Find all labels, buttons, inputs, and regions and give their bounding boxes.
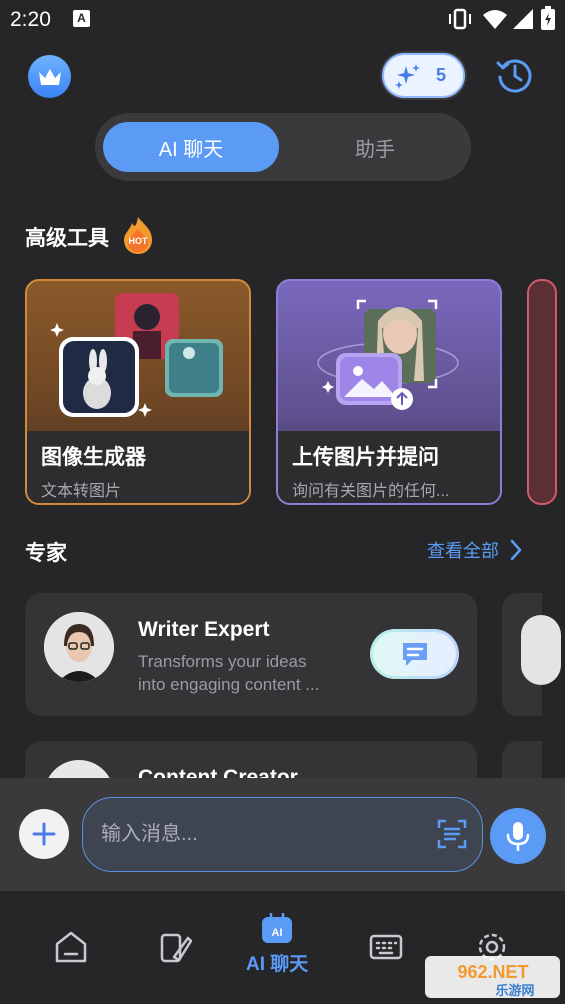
tab-assistant[interactable]: 助手 <box>287 122 463 172</box>
chat-with-expert-button[interactable] <box>370 629 459 679</box>
premium-crown-button[interactable] <box>28 55 71 98</box>
expert-name: Writer Expert <box>138 618 270 641</box>
tab-ai-chat[interactable]: AI 聊天 <box>103 122 279 172</box>
vibrate-icon <box>449 8 471 30</box>
avatar <box>44 612 114 682</box>
nav-home[interactable] <box>53 930 89 964</box>
advanced-tools-title: 高级工具 <box>25 227 109 250</box>
upload-image-card[interactable]: 上传图片并提问 询问有关图片的任何... <box>276 279 502 505</box>
credits-count: 5 <box>436 65 447 85</box>
brush-canvas-icon <box>160 933 193 963</box>
credits-button[interactable]: 5 <box>382 53 465 98</box>
image-generator-card[interactable]: 图像生成器 文本转图片 <box>25 279 251 505</box>
upload-image-title: 上传图片并提问 <box>292 446 439 469</box>
chat-bubble-icon <box>402 643 427 666</box>
image-generator-title: 图像生成器 <box>41 446 146 469</box>
message-input-wrapper[interactable] <box>82 797 483 872</box>
site-watermark-logo: 962.NET 乐游网 <box>425 950 560 1000</box>
nav-create[interactable] <box>158 930 194 964</box>
image-generator-text: 图像生成器 文本转图片 <box>27 431 249 503</box>
see-all-link[interactable]: 查看全部 <box>427 537 523 563</box>
upload-image-text: 上传图片并提问 询问有关图片的任何... <box>278 431 500 503</box>
accessibility-notification-icon: A <box>73 10 90 27</box>
next-expert-card-peek[interactable] <box>502 593 561 716</box>
see-all-label: 查看全部 <box>427 541 499 561</box>
scan-text-icon[interactable] <box>436 818 468 850</box>
nav-ai-chat-label: AI 聊天 <box>246 954 309 975</box>
battery-icon <box>541 6 555 30</box>
plus-icon <box>32 822 56 846</box>
avatar <box>521 615 561 685</box>
cell-signal-icon <box>513 9 533 29</box>
expert-description: Transforms your ideas into engaging cont… <box>138 652 320 694</box>
hot-fire-icon: HOT <box>124 217 152 254</box>
ai-chat-icon: AI <box>262 913 293 943</box>
upload-image-subtitle: 询问有关图片的任何... <box>292 483 450 500</box>
image-generator-illustration <box>50 293 223 417</box>
next-tool-card-peek[interactable] <box>527 279 557 505</box>
svg-text:962.NET: 962.NET <box>457 962 528 982</box>
voice-input-button[interactable] <box>490 808 546 864</box>
microphone-icon <box>506 822 530 851</box>
status-bar: 2:20 A <box>0 0 565 40</box>
upload-image-illustration <box>317 299 459 410</box>
add-attachment-button[interactable] <box>19 809 69 859</box>
status-time: 2:20 <box>10 8 51 31</box>
sparkle-icon <box>395 63 420 89</box>
history-icon[interactable] <box>495 55 535 95</box>
nav-keyboard[interactable] <box>368 930 404 964</box>
crown-icon <box>38 68 61 85</box>
home-icon <box>55 931 87 963</box>
hot-label: HOT <box>129 236 149 246</box>
experts-title: 专家 <box>25 542 67 565</box>
writer-expert-avatar <box>44 612 114 682</box>
svg-text:乐游网: 乐游网 <box>495 983 534 999</box>
ai-badge-label: AI <box>272 927 283 939</box>
keyboard-icon <box>369 934 403 960</box>
nav-ai-chat[interactable]: AI AI 聊天 <box>246 911 308 976</box>
chevron-right-icon <box>510 539 522 561</box>
message-input[interactable] <box>101 823 401 846</box>
image-generator-subtitle: 文本转图片 <box>41 483 122 500</box>
wifi-icon <box>483 10 507 29</box>
